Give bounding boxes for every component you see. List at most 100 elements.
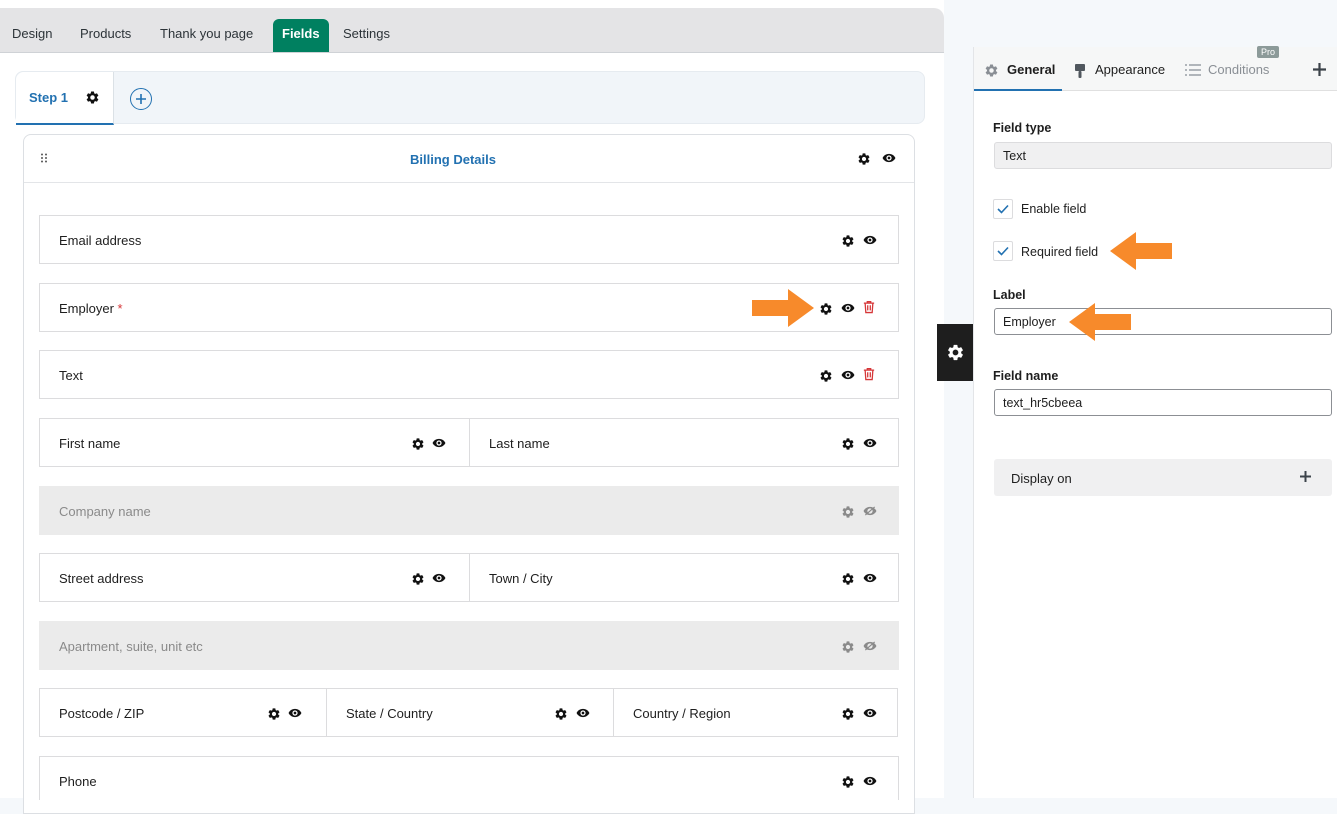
field-cell-last-name[interactable]: Last name	[469, 419, 898, 466]
label-input[interactable]: Employer	[994, 308, 1332, 335]
top-tab-bar: Design Products Thank you page Fields Se…	[0, 8, 944, 53]
display-on-accordion[interactable]: Display on	[994, 459, 1332, 496]
arrow-annotation	[1110, 232, 1172, 270]
tab-settings[interactable]: Settings	[334, 19, 399, 52]
step-label: Step 1	[29, 90, 69, 105]
step-tab-1[interactable]: Step 1	[16, 72, 114, 125]
required-field-checkbox[interactable]	[993, 241, 1013, 261]
gear-icon[interactable]	[841, 234, 855, 248]
field-label: Last name	[489, 436, 550, 451]
field-row-company[interactable]: Company name	[39, 486, 899, 535]
field-row-apartment[interactable]: Apartment, suite, unit etc	[39, 621, 899, 670]
tab-fields[interactable]: Fields	[273, 19, 329, 52]
plus-icon[interactable]	[1312, 62, 1327, 77]
tab-label: General	[1007, 62, 1056, 77]
eye-icon[interactable]	[863, 776, 877, 786]
field-label: Street address	[59, 571, 144, 586]
field-cell-postcode[interactable]: Postcode / ZIP	[40, 689, 326, 736]
gear-icon[interactable]	[85, 90, 100, 105]
field-row-email[interactable]: Email address	[39, 215, 899, 264]
gear-icon[interactable]	[841, 640, 855, 654]
gear-icon	[984, 63, 999, 78]
tab-products[interactable]: Products	[71, 19, 140, 52]
gear-icon[interactable]	[841, 707, 855, 721]
field-row-region: Postcode / ZIP State / Country Country /…	[39, 688, 898, 737]
field-label: Town / City	[489, 571, 553, 586]
field-cell-street[interactable]: Street address	[40, 554, 469, 601]
tab-appearance[interactable]: Appearance	[1070, 47, 1174, 91]
gear-icon[interactable]	[841, 505, 855, 519]
gear-icon[interactable]	[841, 437, 855, 451]
field-row-name: First name Last name	[39, 418, 899, 467]
eye-icon[interactable]	[432, 573, 446, 583]
display-on-label: Display on	[1011, 471, 1072, 486]
gear-icon[interactable]	[841, 775, 855, 789]
eye-icon[interactable]	[841, 303, 855, 313]
field-settings-panel: General Appearance Conditions Pro Field …	[973, 46, 1337, 798]
required-field-label: Required field	[1021, 245, 1099, 259]
eye-icon[interactable]	[288, 708, 302, 718]
plus-icon	[1300, 471, 1311, 482]
tab-general[interactable]: General	[974, 47, 1062, 91]
section-header: Billing Details	[24, 135, 914, 183]
tab-label: Conditions	[1208, 62, 1270, 77]
gear-icon[interactable]	[411, 437, 425, 451]
field-cell-country[interactable]: Country / Region	[613, 689, 898, 736]
field-label: Text	[59, 368, 83, 383]
tab-thank-you-page[interactable]: Thank you page	[151, 19, 262, 52]
add-step-button[interactable]	[130, 88, 152, 110]
field-type-value: Text	[994, 142, 1332, 169]
trash-icon[interactable]	[863, 367, 875, 381]
tab-design[interactable]: Design	[3, 19, 61, 52]
eye-icon[interactable]	[863, 235, 877, 245]
brush-icon	[1075, 64, 1085, 78]
field-label: Country / Region	[633, 706, 731, 721]
gear-icon[interactable]	[819, 302, 833, 316]
required-mark: *	[117, 301, 123, 316]
eye-icon[interactable]	[863, 573, 877, 583]
eye-icon[interactable]	[863, 708, 877, 718]
panel-tab-bar: General Appearance Conditions Pro	[974, 46, 1337, 91]
gear-icon[interactable]	[554, 707, 568, 721]
label-label: Label	[993, 288, 1026, 302]
field-cell-first-name[interactable]: First name	[40, 419, 469, 466]
tab-label: Appearance	[1095, 62, 1166, 77]
steps-bar: Step 1	[15, 71, 925, 125]
field-label: Company name	[59, 504, 151, 519]
gear-icon[interactable]	[857, 152, 871, 166]
list-icon	[1185, 64, 1201, 76]
field-label: First name	[59, 436, 121, 451]
field-label: Postcode / ZIP	[59, 706, 145, 721]
gear-icon	[946, 343, 965, 362]
trash-icon[interactable]	[863, 300, 875, 314]
field-row-text[interactable]: Text	[39, 350, 899, 399]
field-label: Email address	[59, 233, 142, 248]
plus-icon	[136, 94, 146, 104]
field-row-address: Street address Town / City	[39, 553, 899, 602]
field-label: Apartment, suite, unit etc	[59, 639, 203, 654]
settings-panel-toggle[interactable]	[937, 324, 974, 381]
field-name-input[interactable]: text_hr5cbeea	[994, 389, 1332, 416]
enable-field-label: Enable field	[1021, 202, 1087, 216]
section-title: Billing Details	[410, 152, 496, 167]
gear-icon[interactable]	[411, 572, 425, 586]
pro-badge: Pro	[1257, 46, 1280, 58]
field-label-text: Employer	[59, 301, 114, 316]
eye-slash-icon[interactable]	[863, 641, 877, 651]
arrow-annotation	[1069, 303, 1131, 341]
field-cell-state[interactable]: State / Country	[326, 689, 613, 736]
gear-icon[interactable]	[267, 707, 281, 721]
eye-icon[interactable]	[432, 438, 446, 448]
gear-icon[interactable]	[841, 572, 855, 586]
field-name-label: Field name	[993, 369, 1059, 383]
eye-icon[interactable]	[863, 438, 877, 448]
eye-icon[interactable]	[576, 708, 590, 718]
eye-slash-icon[interactable]	[863, 506, 877, 516]
field-label: State / Country	[346, 706, 433, 721]
gear-icon[interactable]	[819, 369, 833, 383]
enable-field-checkbox[interactable]	[993, 199, 1013, 219]
field-row-phone[interactable]: Phone	[39, 756, 899, 800]
eye-icon[interactable]	[841, 370, 855, 380]
eye-icon[interactable]	[882, 153, 896, 163]
field-cell-town[interactable]: Town / City	[469, 554, 898, 601]
